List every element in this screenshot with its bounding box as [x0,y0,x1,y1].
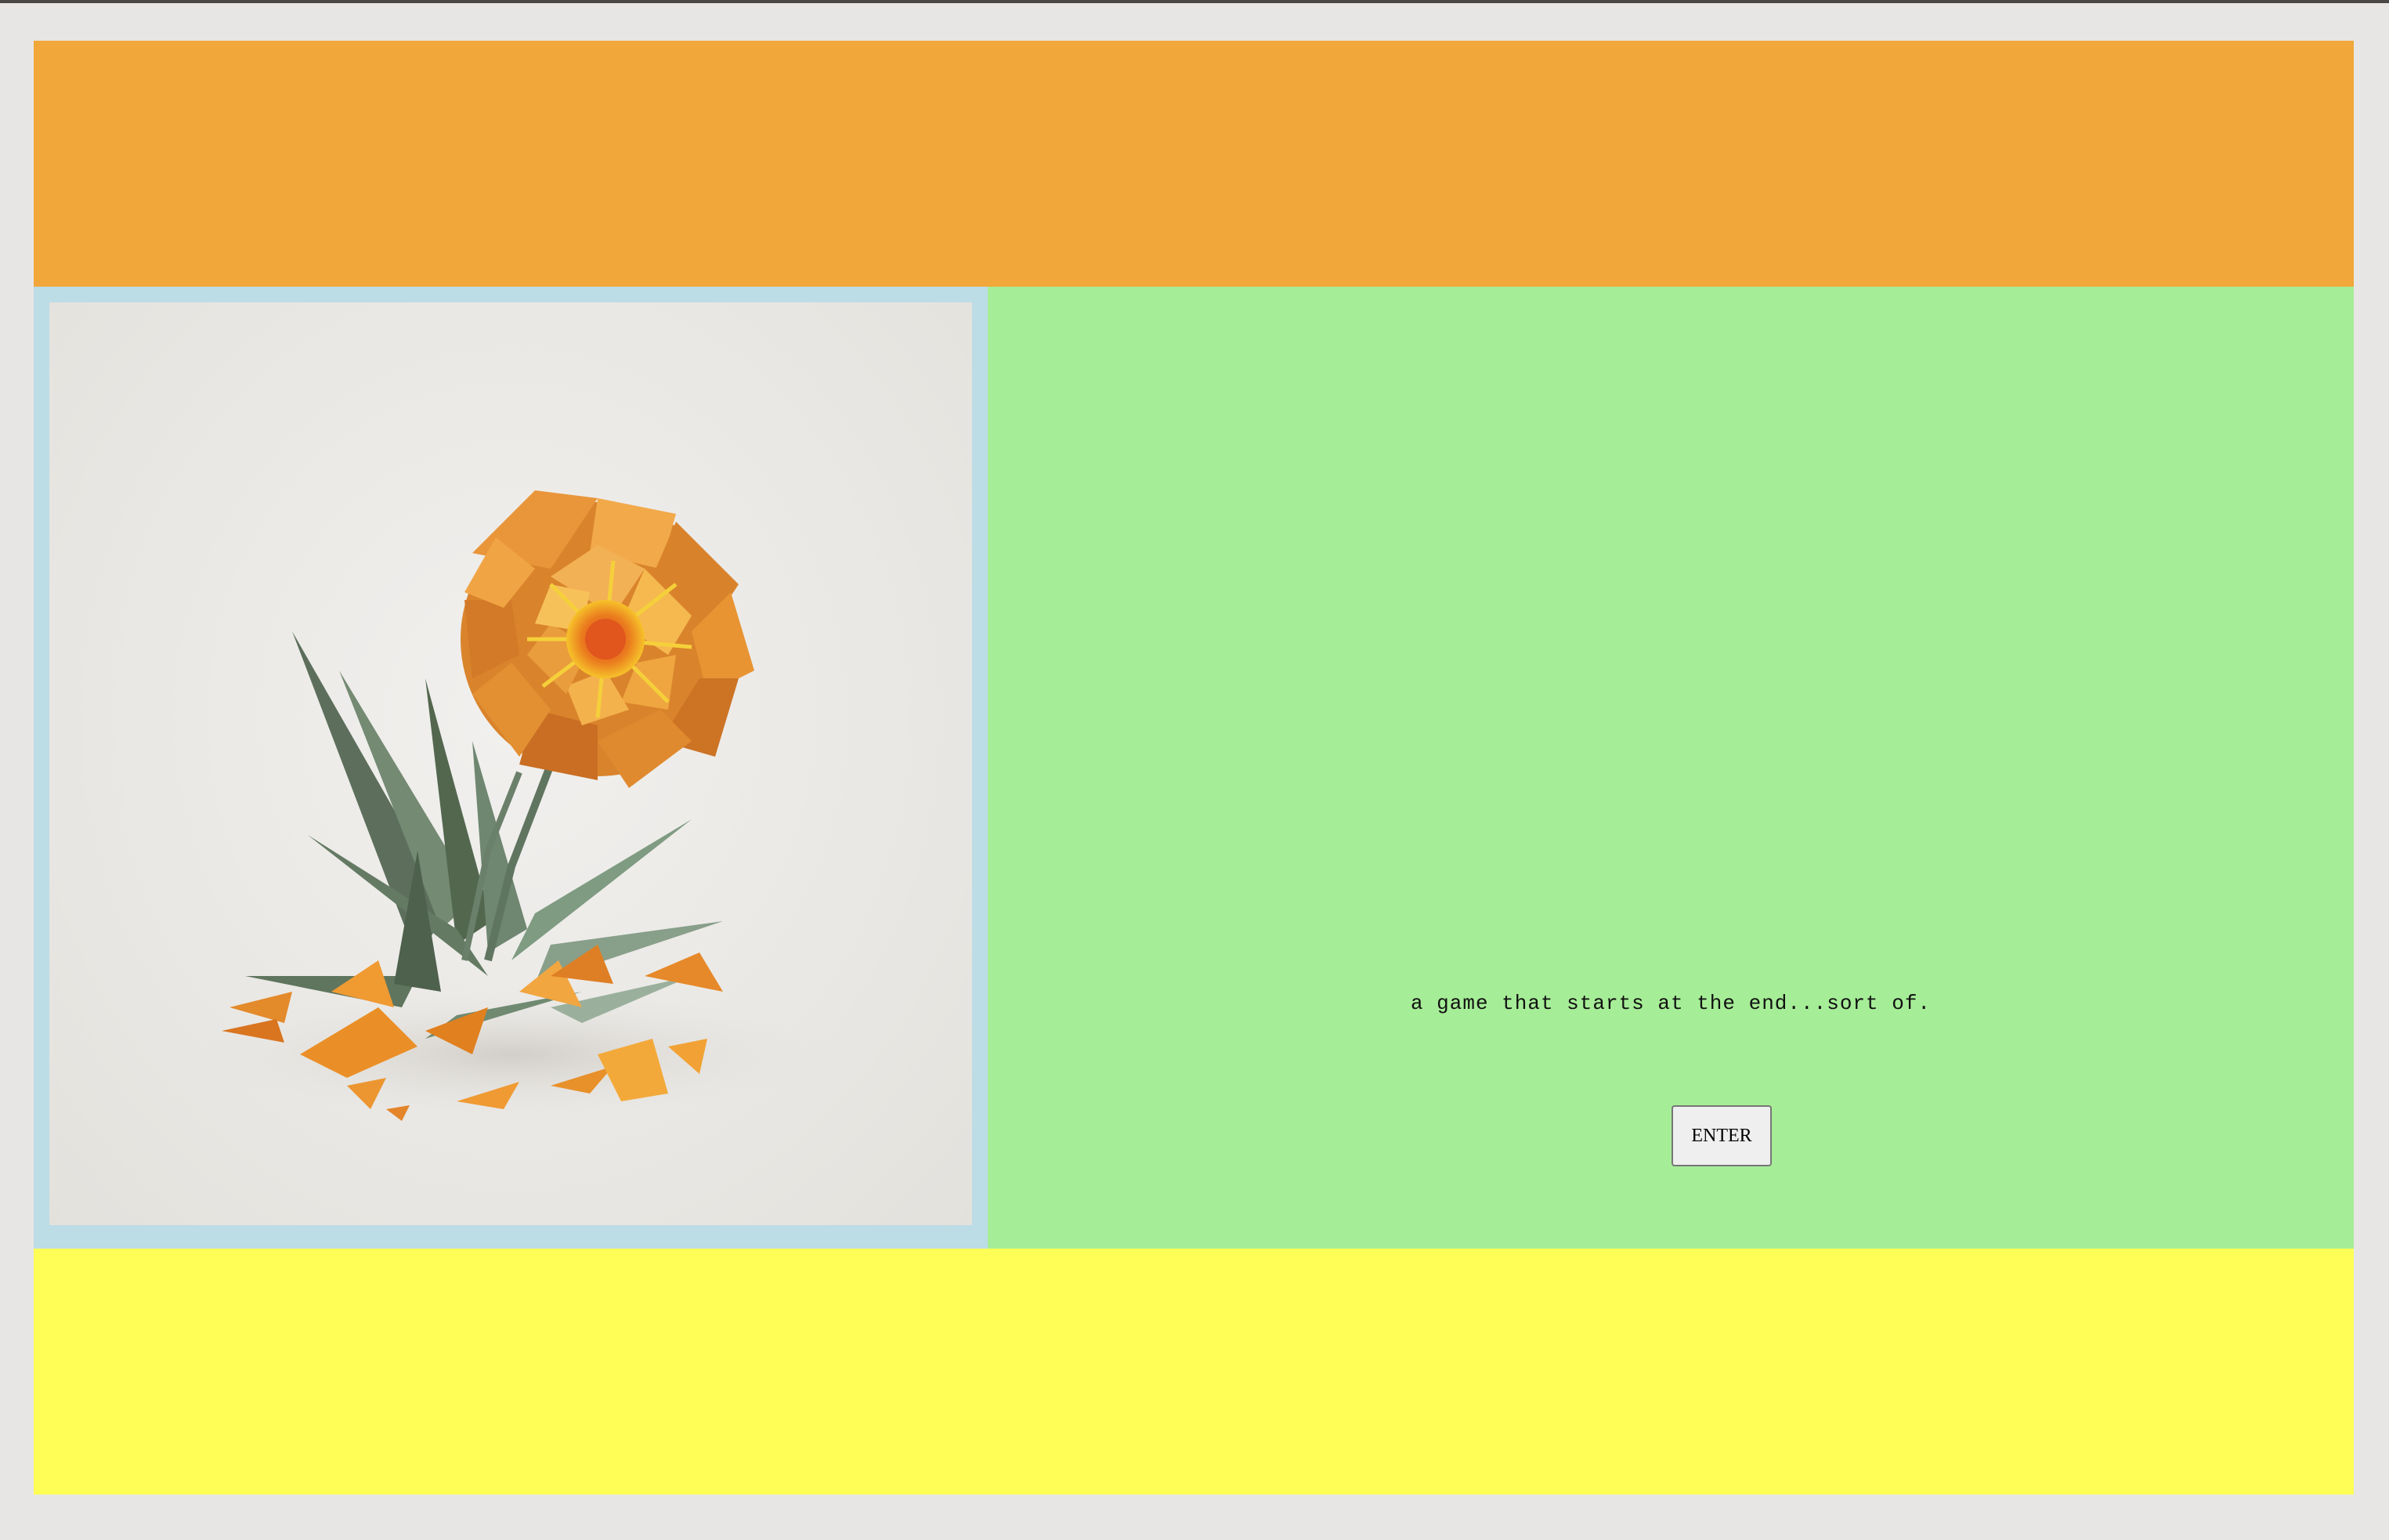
window-top-edge [0,0,2389,3]
enter-button[interactable]: ENTER [1672,1105,1772,1166]
header-banner [34,41,2354,287]
main-area: a game that starts at the end...sort of.… [34,287,2354,1249]
footer-banner [34,1249,2354,1495]
game-frame: a game that starts at the end...sort of.… [34,41,2354,1495]
origami-marigold-icon [183,490,840,1121]
image-panel [34,287,988,1249]
tagline: a game that starts at the end...sort of. [1410,992,1932,1015]
marigold-image [49,302,972,1225]
intro-panel: a game that starts at the end...sort of.… [988,287,2354,1249]
